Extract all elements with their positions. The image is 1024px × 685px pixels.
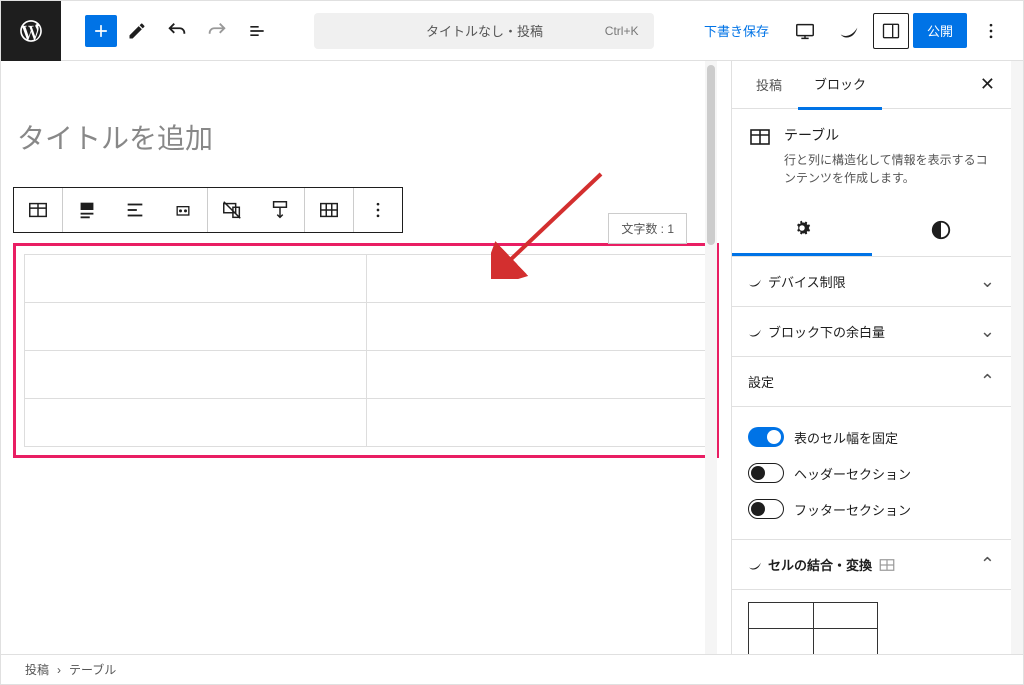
toggle-label: ヘッダーセクション	[794, 464, 911, 483]
sidebar-sub-tabs	[732, 203, 1011, 257]
table-edit-icon[interactable]	[305, 188, 353, 232]
breadcrumb-table[interactable]: テーブル	[69, 661, 116, 678]
panel-merge-convert[interactable]: セルの結合・変換 ⌃	[732, 540, 1011, 590]
move-icon[interactable]	[159, 188, 207, 232]
sidebar-scrollbar[interactable]	[1011, 61, 1023, 654]
table-icon	[878, 556, 896, 574]
toggle-header-section-row: ヘッダーセクション	[748, 455, 995, 491]
editor-canvas: タイトルを追加 文字数 : 1	[1, 61, 731, 654]
top-toolbar: タイトルなし・投稿 Ctrl+K 下書き保存 公開	[1, 1, 1023, 61]
swoosh-icon[interactable]	[829, 11, 869, 51]
panel-device-limit[interactable]: デバイス制限 ⌄	[732, 257, 1011, 307]
chevron-up-icon: ⌃	[980, 371, 995, 392]
publish-button[interactable]: 公開	[913, 13, 967, 48]
table-row[interactable]	[25, 399, 708, 447]
table-block-icon[interactable]	[14, 188, 62, 232]
toggle-fixed-width-row: 表のセル幅を固定	[748, 419, 995, 455]
breadcrumb: 投稿 › テーブル	[1, 654, 1023, 684]
breadcrumb-separator: ›	[57, 663, 61, 677]
redo-icon[interactable]	[197, 11, 237, 51]
panel-label: ブロック下の余白量	[768, 322, 885, 341]
column-edit-icon[interactable]	[256, 188, 304, 232]
document-title-text: タイトルなし・投稿	[426, 21, 543, 40]
toggle-footer-section[interactable]	[748, 499, 784, 519]
save-draft-link[interactable]: 下書き保存	[692, 13, 781, 48]
chevron-up-icon: ⌃	[980, 554, 995, 575]
right-actions: 下書き保存 公開	[692, 11, 1023, 51]
toggle-label: フッターセクション	[794, 500, 911, 519]
chevron-down-icon: ⌄	[980, 271, 995, 292]
block-description: 行と列に構造化して情報を表示するコンテンツを作成します。	[784, 151, 995, 187]
align-icon[interactable]	[63, 188, 111, 232]
block-name: テーブル	[784, 125, 995, 145]
panel-label: 設定	[748, 372, 774, 391]
wordpress-logo[interactable]	[1, 1, 61, 61]
settings-subtab-icon[interactable]	[732, 203, 872, 256]
swoosh-icon	[748, 558, 762, 572]
styles-subtab-icon[interactable]	[872, 203, 1012, 256]
block-info: テーブル 行と列に構造化して情報を表示するコンテンツを作成します。	[732, 109, 1011, 203]
add-block-button[interactable]	[85, 15, 117, 47]
block-more-icon[interactable]	[354, 188, 402, 232]
tab-block[interactable]: ブロック	[798, 61, 882, 110]
edit-icon[interactable]	[117, 11, 157, 51]
table-row[interactable]	[25, 303, 708, 351]
document-outline-icon[interactable]	[237, 11, 277, 51]
table-row[interactable]	[25, 351, 708, 399]
merge-preview-table[interactable]	[748, 602, 995, 654]
settings-sidebar: 投稿 ブロック ✕ テーブル 行と列に構造化して情報を表示するコンテンツを作成し…	[731, 61, 1011, 654]
block-toolbar	[13, 187, 403, 233]
toggle-header-section[interactable]	[748, 463, 784, 483]
more-options-icon[interactable]	[971, 11, 1011, 51]
text-align-icon[interactable]	[111, 188, 159, 232]
preview-device-icon[interactable]	[785, 11, 825, 51]
undo-icon[interactable]	[157, 11, 197, 51]
panel-margin-below[interactable]: ブロック下の余白量 ⌄	[732, 307, 1011, 357]
document-title-bar: タイトルなし・投稿 Ctrl+K	[277, 13, 692, 49]
table-icon	[748, 125, 772, 187]
tab-post[interactable]: 投稿	[740, 61, 798, 108]
toggle-label: 表のセル幅を固定	[794, 428, 898, 447]
swoosh-icon	[748, 325, 762, 339]
post-title-input[interactable]: タイトルを追加	[13, 117, 719, 157]
char-count-badge: 文字数 : 1	[608, 213, 687, 244]
editor-scrollbar-thumb[interactable]	[707, 65, 715, 245]
panel-label: デバイス制限	[768, 272, 846, 291]
panel-settings[interactable]: 設定 ⌃	[732, 357, 1011, 407]
toggle-fixed-width[interactable]	[748, 427, 784, 447]
sidebar-tabs: 投稿 ブロック ✕	[732, 61, 1011, 109]
device-restrict-icon[interactable]	[208, 188, 256, 232]
chevron-down-icon: ⌄	[980, 321, 995, 342]
table-block[interactable]	[13, 243, 719, 458]
table-row[interactable]	[25, 255, 708, 303]
settings-panel-body: 表のセル幅を固定 ヘッダーセクション フッターセクション	[732, 407, 1011, 540]
shortcut-hint: Ctrl+K	[605, 24, 639, 38]
sidebar-toggle-icon[interactable]	[873, 13, 909, 49]
toggle-footer-section-row: フッターセクション	[748, 491, 995, 527]
swoosh-icon	[748, 275, 762, 289]
breadcrumb-post[interactable]: 投稿	[25, 661, 49, 678]
document-title-field[interactable]: タイトルなし・投稿 Ctrl+K	[314, 13, 654, 49]
panel-label: セルの結合・変換	[768, 555, 872, 574]
close-sidebar-icon[interactable]: ✕	[972, 66, 1003, 103]
main-layout: タイトルを追加 文字数 : 1	[1, 61, 1023, 654]
